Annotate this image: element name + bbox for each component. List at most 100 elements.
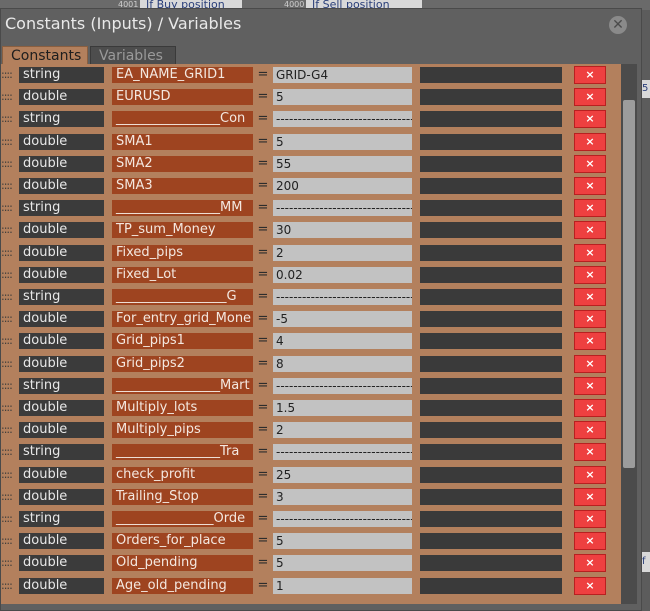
delete-row-button[interactable]: × xyxy=(574,443,606,462)
constant-value-field[interactable]: 1 xyxy=(273,577,412,594)
type-selector[interactable]: double xyxy=(19,89,104,106)
type-selector[interactable]: string xyxy=(19,377,104,394)
constant-value-field[interactable]: 55 xyxy=(273,155,412,172)
constant-value-field[interactable]: 4 xyxy=(273,333,412,350)
constant-name-field[interactable]: EA_NAME_GRID1 xyxy=(112,67,253,83)
drag-handle-icon[interactable]: :::: xyxy=(1,579,13,593)
type-selector[interactable]: double xyxy=(19,555,104,572)
constant-comment-field[interactable] xyxy=(420,67,562,83)
drag-handle-icon[interactable]: :::: xyxy=(1,201,13,215)
type-selector[interactable]: double xyxy=(19,155,104,172)
constant-comment-field[interactable] xyxy=(420,178,562,194)
delete-row-button[interactable]: × xyxy=(574,376,606,395)
delete-row-button[interactable]: × xyxy=(574,88,606,107)
delete-row-button[interactable]: × xyxy=(574,265,606,284)
constant-comment-field[interactable] xyxy=(420,577,562,594)
type-selector[interactable]: string xyxy=(19,200,104,217)
constant-value-field[interactable]: 5 xyxy=(273,89,412,106)
constant-name-field[interactable]: Trailing_Stop xyxy=(112,488,253,505)
constant-comment-field[interactable] xyxy=(420,244,562,261)
constant-comment-field[interactable] xyxy=(420,511,562,527)
drag-handle-icon[interactable]: :::: xyxy=(1,246,13,260)
delete-row-button[interactable]: × xyxy=(574,243,606,262)
type-selector[interactable]: double xyxy=(19,466,104,483)
delete-row-button[interactable]: × xyxy=(574,199,606,218)
constant-comment-field[interactable] xyxy=(420,200,562,217)
delete-row-button[interactable]: × xyxy=(574,532,606,551)
constant-name-field[interactable]: ________________MM xyxy=(112,200,253,217)
constant-name-field[interactable]: Multiply_lots xyxy=(112,400,253,416)
constant-comment-field[interactable] xyxy=(420,533,562,550)
drag-handle-icon[interactable]: :::: xyxy=(1,468,13,482)
constant-comment-field[interactable] xyxy=(420,111,562,128)
constant-value-field[interactable]: 8 xyxy=(273,355,412,372)
delete-row-button[interactable]: × xyxy=(574,510,606,528)
type-selector[interactable]: string xyxy=(19,289,104,305)
type-selector[interactable]: double xyxy=(19,355,104,372)
type-selector[interactable]: string xyxy=(19,111,104,128)
constant-name-field[interactable]: Orders_for_place xyxy=(112,533,253,550)
constant-name-field[interactable]: ________________Con xyxy=(112,111,253,128)
drag-handle-icon[interactable]: :::: xyxy=(1,290,13,304)
type-selector[interactable]: double xyxy=(19,178,104,194)
constant-name-field[interactable]: Grid_pips2 xyxy=(112,355,253,372)
constant-value-field[interactable]: ------------------------------------ xyxy=(273,444,412,461)
constant-comment-field[interactable] xyxy=(420,555,562,572)
constant-comment-field[interactable] xyxy=(420,422,562,439)
delete-row-button[interactable]: × xyxy=(574,332,606,351)
drag-handle-icon[interactable]: :::: xyxy=(1,401,13,415)
constant-comment-field[interactable] xyxy=(420,488,562,505)
scrollbar[interactable] xyxy=(621,64,637,604)
tab-constants[interactable]: Constants xyxy=(2,46,88,64)
constant-comment-field[interactable] xyxy=(420,377,562,394)
constant-comment-field[interactable] xyxy=(420,311,562,328)
constant-value-field[interactable]: 2 xyxy=(273,422,412,439)
constant-comment-field[interactable] xyxy=(420,444,562,461)
type-selector[interactable]: double xyxy=(19,266,104,283)
type-selector[interactable]: double xyxy=(19,244,104,261)
constant-value-field[interactable]: ------------------------------------ xyxy=(273,200,412,217)
delete-row-button[interactable]: × xyxy=(574,354,606,373)
constant-value-field[interactable]: 2 xyxy=(273,244,412,261)
delete-row-button[interactable]: × xyxy=(574,177,606,195)
drag-handle-icon[interactable]: :::: xyxy=(1,445,13,459)
constant-value-field[interactable]: 25 xyxy=(273,466,412,483)
drag-handle-icon[interactable]: :::: xyxy=(1,334,13,348)
constant-value-field[interactable]: -5 xyxy=(273,311,412,328)
constant-name-field[interactable]: SMA3 xyxy=(112,178,253,194)
type-selector[interactable]: string xyxy=(19,67,104,83)
delete-row-button[interactable]: × xyxy=(574,132,606,151)
constant-comment-field[interactable] xyxy=(420,266,562,283)
constant-name-field[interactable]: For_entry_grid_Mone xyxy=(112,311,253,328)
close-icon[interactable]: ✕ xyxy=(609,16,627,34)
drag-handle-icon[interactable]: :::: xyxy=(1,512,13,526)
constant-name-field[interactable]: Age_old_pending xyxy=(112,577,253,594)
drag-handle-icon[interactable]: :::: xyxy=(1,490,13,504)
constant-name-field[interactable]: _______________Orde xyxy=(112,511,253,527)
type-selector[interactable]: double xyxy=(19,133,104,150)
constant-value-field[interactable]: 5 xyxy=(273,555,412,572)
delete-row-button[interactable]: × xyxy=(574,576,606,595)
constant-name-field[interactable]: _________________G xyxy=(112,289,253,305)
drag-handle-icon[interactable]: :::: xyxy=(1,534,13,548)
drag-handle-icon[interactable]: :::: xyxy=(1,157,13,171)
constant-name-field[interactable]: ________________Mart xyxy=(112,377,253,394)
drag-handle-icon[interactable]: :::: xyxy=(1,556,13,570)
constant-value-field[interactable]: 3 xyxy=(273,488,412,505)
type-selector[interactable]: double xyxy=(19,333,104,350)
type-selector[interactable]: double xyxy=(19,222,104,239)
constant-value-field[interactable]: ------------------------------------ xyxy=(273,377,412,394)
constant-name-field[interactable]: ________________Tra xyxy=(112,444,253,461)
constant-comment-field[interactable] xyxy=(420,466,562,483)
constant-comment-field[interactable] xyxy=(420,289,562,305)
type-selector[interactable]: double xyxy=(19,577,104,594)
delete-row-button[interactable]: × xyxy=(574,487,606,506)
delete-row-button[interactable]: × xyxy=(574,154,606,173)
delete-row-button[interactable]: × xyxy=(574,221,606,240)
constant-name-field[interactable]: TP_sum_Money xyxy=(112,222,253,239)
drag-handle-icon[interactable]: :::: xyxy=(1,312,13,326)
constant-value-field[interactable]: 200 xyxy=(273,178,412,194)
constant-value-field[interactable]: GRID-G4 xyxy=(273,67,412,83)
constant-name-field[interactable]: Fixed_pips xyxy=(112,244,253,261)
delete-row-button[interactable]: × xyxy=(574,288,606,306)
